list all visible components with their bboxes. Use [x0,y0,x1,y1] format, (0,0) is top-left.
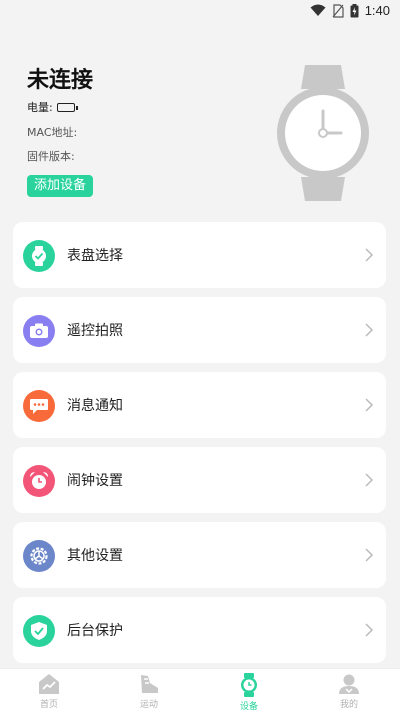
shoe-icon [141,675,158,693]
tab-label: 运动 [139,700,158,710]
mac-address-label: MAC地址: [27,126,78,139]
menu-label: 消息通知 [67,398,123,414]
chevron-right-icon [365,248,374,262]
home-chart-icon [39,674,59,694]
add-device-button[interactable]: 添加设备 [27,175,94,197]
no-sim-icon [332,3,344,18]
battery-row: 电量: [27,99,78,115]
device-info-panel: 未连接 电量: MAC地址: 固件版本: 添加设备 [0,40,400,215]
menu-label: 其他设置 [67,548,123,564]
battery-charging-icon [350,3,359,17]
chevron-right-icon [365,623,374,637]
tab-sport[interactable]: 运动 [119,671,179,712]
menu-other-settings[interactable]: 其他设置 [13,522,386,588]
watch-illustration-icon [277,65,369,201]
camera-icon [23,315,55,347]
tab-home[interactable]: 首页 [19,671,79,712]
chevron-right-icon [365,548,374,562]
shield-icon [23,615,55,647]
menu-label: 后台保护 [67,623,123,639]
wifi-icon [310,4,326,16]
message-icon [23,390,55,422]
gear-icon [23,540,55,572]
menu-message-notification[interactable]: 消息通知 [13,372,386,438]
user-icon [339,674,359,694]
menu-label: 闹钟设置 [67,473,123,489]
tab-label: 设备 [239,702,258,712]
menu-watch-face[interactable]: 表盘选择 [13,222,386,288]
bottom-tab-bar: 首页 运动 设备 我的 [0,668,400,712]
tab-mine[interactable]: 我的 [319,671,379,712]
tab-device[interactable]: 设备 [219,671,279,712]
menu-background-protection[interactable]: 后台保护 [13,597,386,663]
chevron-right-icon [365,398,374,412]
chevron-right-icon [365,473,374,487]
menu-label: 表盘选择 [67,248,123,264]
watch-icon [241,673,257,697]
tab-label: 我的 [339,700,358,710]
connection-status: 未连接 [27,68,94,93]
menu-alarm-settings[interactable]: 闹钟设置 [13,447,386,513]
firmware-version-label: 固件版本: [27,150,75,163]
battery-icon [56,102,78,112]
watch-face-icon [23,240,55,272]
menu-label: 遥控拍照 [67,323,123,339]
status-bar: 1:40 [0,0,400,24]
battery-label: 电量: [27,101,53,114]
chevron-right-icon [365,323,374,337]
status-time: 1:40 [364,3,390,18]
menu-remote-camera[interactable]: 遥控拍照 [13,297,386,363]
tab-label: 首页 [39,700,58,710]
alarm-icon [23,465,55,497]
